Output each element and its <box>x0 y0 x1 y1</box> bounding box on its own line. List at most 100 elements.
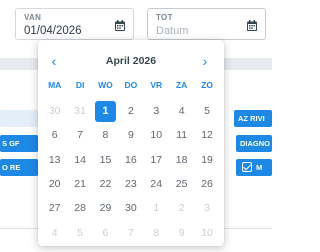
weekday-zo: ZO <box>201 80 213 90</box>
day-cell[interactable]: 24 <box>144 172 169 196</box>
calendar-icon[interactable] <box>115 20 125 31</box>
weekday-ma: MA <box>48 80 62 90</box>
day-cell-outside-month[interactable]: 8 <box>144 220 169 244</box>
day-cell-outside-month[interactable]: 31 <box>67 99 92 123</box>
calendar-icon[interactable] <box>247 20 257 31</box>
day-cell-outside-month[interactable]: 9 <box>169 220 194 244</box>
day-cell[interactable]: 27 <box>42 196 67 220</box>
day-number: 31 <box>74 105 86 118</box>
day-number: 7 <box>77 129 83 142</box>
day-number: 20 <box>48 178 61 191</box>
day-number: 9 <box>178 226 185 239</box>
day-cell[interactable]: 18 <box>169 148 194 172</box>
day-cell[interactable]: 16 <box>118 148 143 172</box>
day-number: 5 <box>77 226 83 239</box>
day-cell[interactable]: 17 <box>144 148 169 172</box>
day-number: 21 <box>74 178 86 191</box>
day-cell-outside-month[interactable]: 1 <box>144 196 169 220</box>
to-date-field[interactable]: TOT Datum <box>147 8 266 40</box>
day-cell-outside-month[interactable]: 30 <box>42 99 67 123</box>
chevron-left-icon: ‹ <box>51 53 57 69</box>
filter-chip-diagno[interactable]: DIAGNO <box>236 135 272 152</box>
day-number: 4 <box>51 226 58 239</box>
day-number: 9 <box>127 129 134 142</box>
weekday-vr: VR <box>150 80 163 90</box>
day-number: 2 <box>127 105 134 118</box>
day-number: 4 <box>178 105 185 118</box>
day-number: 10 <box>150 129 163 142</box>
day-cell-outside-month[interactable]: 6 <box>93 220 118 244</box>
day-cell[interactable]: 4 <box>169 99 194 123</box>
day-number: 10 <box>201 226 213 239</box>
day-cell-outside-month[interactable]: 3 <box>194 196 219 220</box>
day-cell[interactable]: 20 <box>42 172 67 196</box>
day-cell-selected[interactable]: 1 <box>93 99 118 123</box>
day-number: 23 <box>125 178 137 191</box>
day-cell[interactable]: 29 <box>93 196 118 220</box>
day-number: 5 <box>204 105 210 118</box>
weekday-wo: WO <box>98 80 113 90</box>
day-cell[interactable]: 12 <box>194 123 219 147</box>
day-number: 28 <box>74 202 86 215</box>
day-number: 26 <box>201 178 213 191</box>
filter-chip-s-gf[interactable]: S GF <box>0 135 38 152</box>
day-number: 8 <box>153 226 160 239</box>
day-number: 24 <box>150 178 163 191</box>
day-number: 17 <box>150 153 163 166</box>
day-cell[interactable]: 22 <box>93 172 118 196</box>
day-cell[interactable]: 14 <box>67 148 92 172</box>
weekday-za: ZA <box>175 80 188 90</box>
day-cell[interactable]: 21 <box>67 172 92 196</box>
day-number: 29 <box>99 202 112 215</box>
day-cell[interactable]: 30 <box>118 196 143 220</box>
day-cell[interactable]: 23 <box>118 172 143 196</box>
day-number: 12 <box>201 129 213 142</box>
day-cell[interactable]: 9 <box>118 123 143 147</box>
day-number: 6 <box>102 226 109 239</box>
filter-chip-az-rivi[interactable]: AZ RIVI <box>234 110 272 127</box>
day-number: 18 <box>175 153 188 166</box>
day-cell[interactable]: 2 <box>118 99 143 123</box>
day-cell-outside-month[interactable]: 7 <box>118 220 143 244</box>
day-number: 22 <box>99 178 112 191</box>
checkbox-checked-icon <box>242 162 252 173</box>
weekday-header: MA DI WO DO VR ZA ZO <box>42 80 220 90</box>
day-number: 11 <box>176 129 188 142</box>
filter-chip-label: M <box>256 163 263 172</box>
day-cell-outside-month[interactable]: 2 <box>169 196 194 220</box>
next-month-button[interactable]: › <box>198 54 212 68</box>
page: AZ RIVI S GF DIAGNO O RE M VAN 01/04/202… <box>0 0 272 252</box>
day-cell[interactable]: 19 <box>194 148 219 172</box>
day-cell[interactable]: 28 <box>67 196 92 220</box>
day-cell[interactable]: 13 <box>42 148 67 172</box>
day-number: 2 <box>178 202 185 215</box>
day-number: 6 <box>51 129 58 142</box>
day-number: 30 <box>125 202 137 215</box>
day-cell[interactable]: 3 <box>144 99 169 123</box>
to-date-placeholder: Datum <box>156 25 189 37</box>
previous-month-button[interactable]: ‹ <box>47 54 61 68</box>
day-cell-outside-month[interactable]: 10 <box>194 220 219 244</box>
day-cell[interactable]: 11 <box>169 123 194 147</box>
day-cell-outside-month[interactable]: 5 <box>67 220 92 244</box>
filter-chip-checked[interactable]: M <box>236 159 272 176</box>
day-number: 19 <box>201 153 213 166</box>
day-number: 30 <box>48 105 61 118</box>
day-number: 1 <box>94 100 116 122</box>
to-date-label: TOT <box>156 13 173 22</box>
day-cell-outside-month[interactable]: 4 <box>42 220 67 244</box>
day-cell[interactable]: 8 <box>93 123 118 147</box>
day-cell[interactable]: 10 <box>144 123 169 147</box>
weekday-di: DI <box>75 80 85 90</box>
day-cell[interactable]: 26 <box>194 172 219 196</box>
day-cell[interactable]: 15 <box>93 148 118 172</box>
from-date-label: VAN <box>24 13 42 22</box>
day-number: 13 <box>48 153 61 166</box>
day-number: 27 <box>48 202 61 215</box>
filter-chip-o-re[interactable]: O RE <box>0 159 38 176</box>
day-cell[interactable]: 7 <box>67 123 92 147</box>
from-date-field[interactable]: VAN 01/04/2026 <box>15 8 134 40</box>
day-cell[interactable]: 5 <box>194 99 219 123</box>
day-cell[interactable]: 25 <box>169 172 194 196</box>
day-cell[interactable]: 6 <box>42 123 67 147</box>
